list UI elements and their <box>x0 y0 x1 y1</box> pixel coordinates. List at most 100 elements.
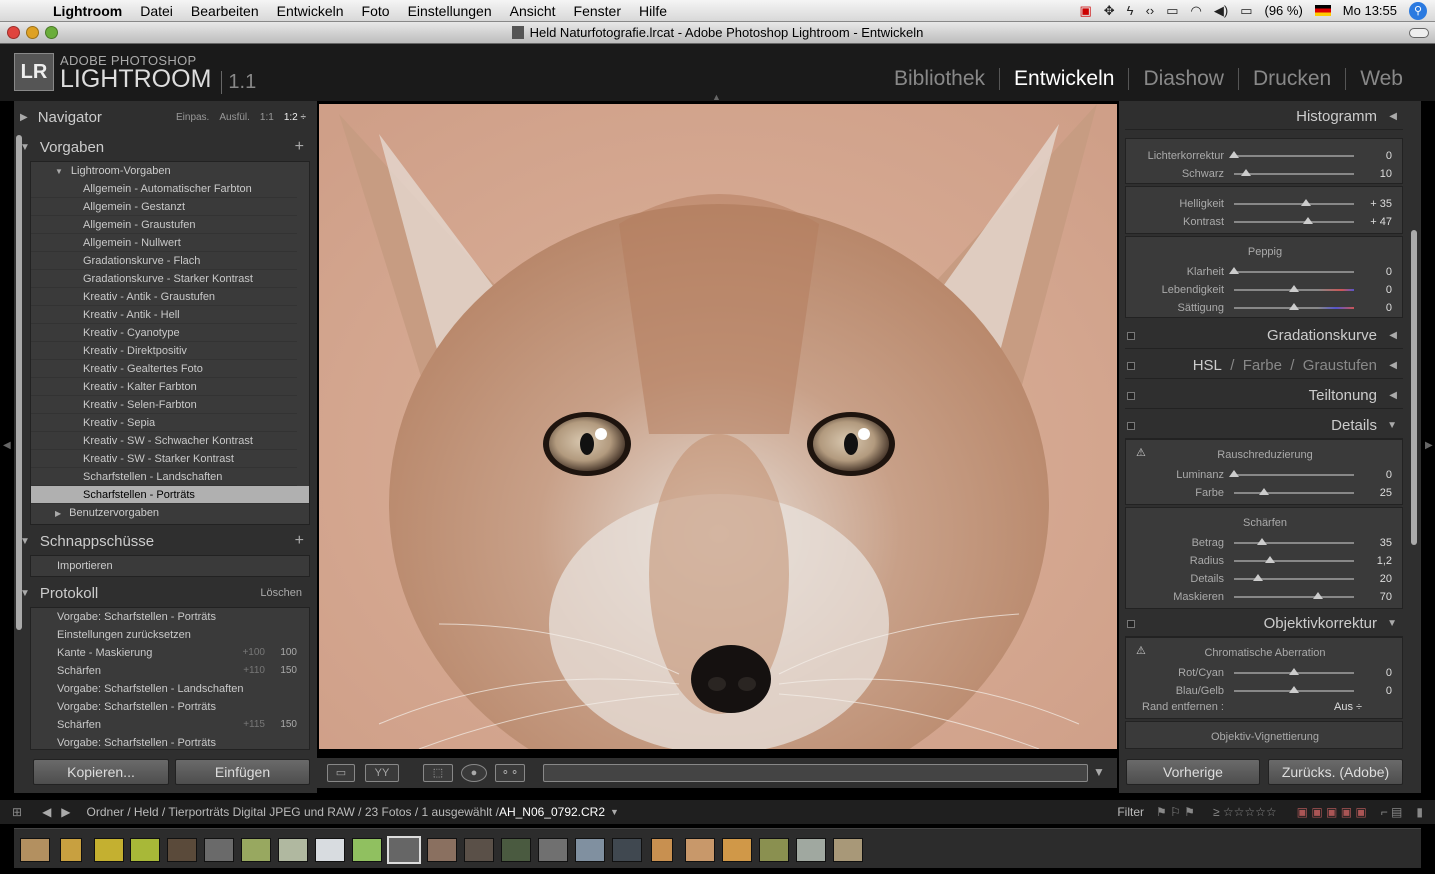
red-eye-tool-icon[interactable]: ● <box>461 764 487 782</box>
toolbar-menu-icon[interactable]: ▼ <box>1093 765 1105 779</box>
slider-rot-cyan[interactable]: Rot/Cyan 0 <box>1126 664 1404 682</box>
slider-betrag[interactable]: Betrag 35 <box>1126 534 1404 552</box>
slider-knob[interactable] <box>1289 303 1299 310</box>
slider-value[interactable]: 0 <box>1386 284 1392 296</box>
toolbar-toggle-button[interactable] <box>1409 28 1429 38</box>
menu-ansicht[interactable]: Ansicht <box>501 3 565 19</box>
thumbnail[interactable] <box>94 838 124 862</box>
zoom-1-1-option[interactable]: 1:1 <box>260 112 274 123</box>
preset-item[interactable]: Kreativ - Cyanotype <box>31 324 297 342</box>
snapshots-header[interactable]: ▼ Schnappschüsse + <box>20 528 310 554</box>
flag-filter-icon[interactable]: ⚑ ⚐ ⚑ <box>1156 805 1195 819</box>
slider-track[interactable] <box>1234 560 1354 562</box>
spotlight-icon[interactable]: ⚲ <box>1409 1 1427 20</box>
menu-fenster[interactable]: Fenster <box>565 3 630 19</box>
previous-settings-button[interactable]: Vorherige <box>1126 759 1260 785</box>
slider-luminanz[interactable]: Luminanz 0 <box>1126 466 1404 484</box>
history-item[interactable]: Vorgabe: Scharfstellen - Porträts <box>31 734 309 749</box>
panel-switch-icon[interactable] <box>1127 620 1135 628</box>
thumbnail[interactable] <box>501 838 531 862</box>
slider-knob[interactable] <box>1241 169 1251 176</box>
slider-track[interactable] <box>1234 492 1354 494</box>
right-panel-toggle-icon[interactable]: ▶ <box>1425 440 1433 451</box>
thumbnail[interactable] <box>759 838 789 862</box>
thumbnail[interactable] <box>315 838 345 862</box>
thumbnail[interactable] <box>538 838 568 862</box>
preset-item-selected[interactable]: Scharfstellen - Porträts <box>31 486 309 504</box>
preset-item[interactable]: Kreativ - SW - Schwacher Kontrast <box>31 432 297 450</box>
slider-knob[interactable] <box>1289 668 1299 675</box>
flag-de-icon[interactable] <box>1314 5 1331 16</box>
rating-filter-icon[interactable]: ≥ ☆☆☆☆☆ <box>1213 805 1277 819</box>
thumbnail[interactable] <box>352 838 382 862</box>
preset-item[interactable]: Kreativ - Sepia <box>31 414 297 432</box>
remove-spots-icon[interactable]: ⚬⚬ <box>495 764 525 782</box>
slider-value[interactable]: 0 <box>1386 469 1392 481</box>
panel-switch-icon[interactable] <box>1127 332 1135 340</box>
slider-value[interactable]: 0 <box>1386 150 1392 162</box>
slider-knob[interactable] <box>1229 151 1239 158</box>
slider-knob[interactable] <box>1256 538 1267 545</box>
history-item[interactable]: Vorgabe: Scharfstellen - Porträts <box>31 608 309 626</box>
preset-item[interactable]: Kreativ - Antik - Hell <box>31 306 297 324</box>
thumbnail[interactable] <box>167 838 197 862</box>
slider-track[interactable] <box>1234 173 1354 175</box>
slider-knob[interactable] <box>1259 488 1269 495</box>
preset-item[interactable]: Allgemein - Automatischer Farbton <box>31 180 297 198</box>
thumbnail[interactable] <box>130 838 160 862</box>
slider-value[interactable]: 25 <box>1380 487 1392 499</box>
status-red-icon[interactable]: ▣ <box>1079 3 1091 19</box>
preset-item[interactable]: Kreativ - Gealtertes Foto <box>31 360 297 378</box>
thumbnail[interactable] <box>204 838 234 862</box>
module-entwickeln[interactable]: Entwickeln <box>999 68 1128 90</box>
thumbnail[interactable] <box>685 838 715 862</box>
slider-value[interactable]: 35 <box>1380 537 1392 549</box>
selected-file[interactable]: AH_N06_0792.CR2 <box>499 805 605 819</box>
top-panel-toggle-icon[interactable]: ▲ <box>712 92 721 102</box>
slider-lichterkorrektur[interactable]: Lichterkorrektur 0 <box>1126 147 1404 165</box>
menu-foto[interactable]: Foto <box>353 3 399 19</box>
menu-app[interactable]: Lightroom <box>44 3 131 19</box>
zoom-fill-option[interactable]: Ausfül. <box>219 112 250 123</box>
add-preset-icon[interactable]: + <box>295 138 304 156</box>
thumbnail[interactable] <box>575 838 605 862</box>
color-label-filter-icon[interactable]: ▣ ▣ ▣ ▣ ▣ <box>1297 805 1367 819</box>
add-snapshot-icon[interactable]: + <box>295 532 304 550</box>
toolbar-content-field[interactable] <box>543 764 1088 782</box>
slider-value[interactable]: + 35 <box>1370 198 1392 210</box>
slider-value[interactable]: 10 <box>1380 168 1392 180</box>
module-diashow[interactable]: Diashow <box>1128 68 1238 90</box>
presets-header[interactable]: ▼ Vorgaben + <box>20 134 310 160</box>
module-web[interactable]: Web <box>1345 68 1417 90</box>
slider-radius[interactable]: Radius 1,2 <box>1126 552 1404 570</box>
crosshair-icon[interactable]: ✥ <box>1104 3 1115 19</box>
slider-kontrast[interactable]: Kontrast + 47 <box>1126 213 1404 231</box>
slider-details[interactable]: Details 20 <box>1126 570 1404 588</box>
preset-item[interactable]: Kreativ - Kalter Farbton <box>31 378 297 396</box>
slider-value[interactable]: 0 <box>1386 685 1392 697</box>
preset-item[interactable]: Kreativ - SW - Starker Kontrast <box>31 450 297 468</box>
slider-knob[interactable] <box>1289 285 1299 292</box>
wifi-icon[interactable]: ◠ <box>1191 3 1202 19</box>
panel-switch-icon[interactable] <box>1127 362 1135 370</box>
slider-track[interactable] <box>1234 596 1354 598</box>
battery-percent[interactable]: (96 %) <box>1265 3 1303 18</box>
slider-value[interactable]: 70 <box>1380 591 1392 603</box>
history-item[interactable]: Vorgabe: Scharfstellen - Landschaften <box>31 680 309 698</box>
panel-switch-icon[interactable] <box>1127 392 1135 400</box>
slider-value[interactable]: 1,2 <box>1377 555 1392 567</box>
slider-value[interactable]: 0 <box>1386 266 1392 278</box>
loupe-view-icon[interactable]: ▭ <box>327 764 355 782</box>
preset-item[interactable]: Scharfstellen - Landschaften <box>31 468 297 486</box>
module-drucken[interactable]: Drucken <box>1237 68 1345 90</box>
slider-saettigung[interactable]: Sättigung 0 <box>1126 299 1404 317</box>
preset-item[interactable]: Allgemein - Nullwert <box>31 234 297 252</box>
thumbnail[interactable] <box>796 838 826 862</box>
display-icon[interactable]: ▭ <box>1166 3 1178 19</box>
clock[interactable]: Mo 13:55 <box>1343 3 1397 18</box>
zoom-window-button[interactable] <box>45 26 58 39</box>
code-icon[interactable]: ‹› <box>1146 3 1155 18</box>
navigator-header[interactable]: ▶ Navigator Einpas. Ausfül. 1:1 1:2 ÷ <box>20 104 310 130</box>
slider-maskieren[interactable]: Maskieren 70 <box>1126 588 1404 606</box>
paste-settings-button[interactable]: Einfügen <box>175 759 310 785</box>
